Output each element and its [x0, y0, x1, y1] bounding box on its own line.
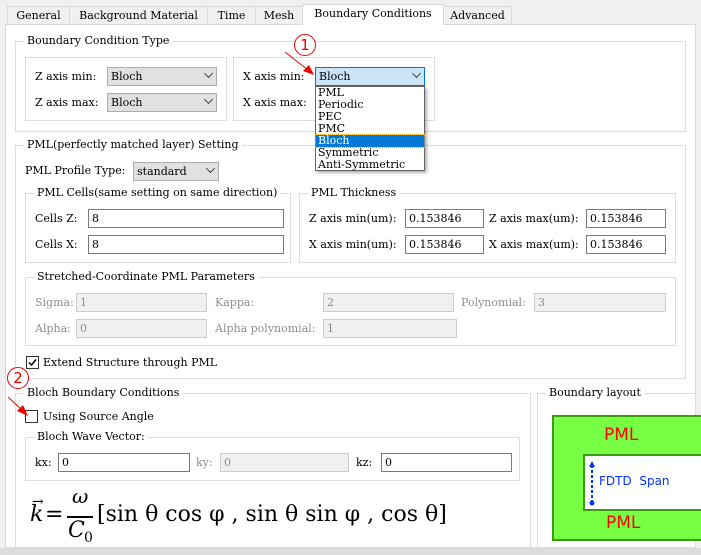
arrow-1 [284, 51, 309, 71]
arrow-1-head [303, 65, 314, 75]
arrow-2 [7, 396, 23, 411]
annotation-arrows [7, 51, 314, 416]
